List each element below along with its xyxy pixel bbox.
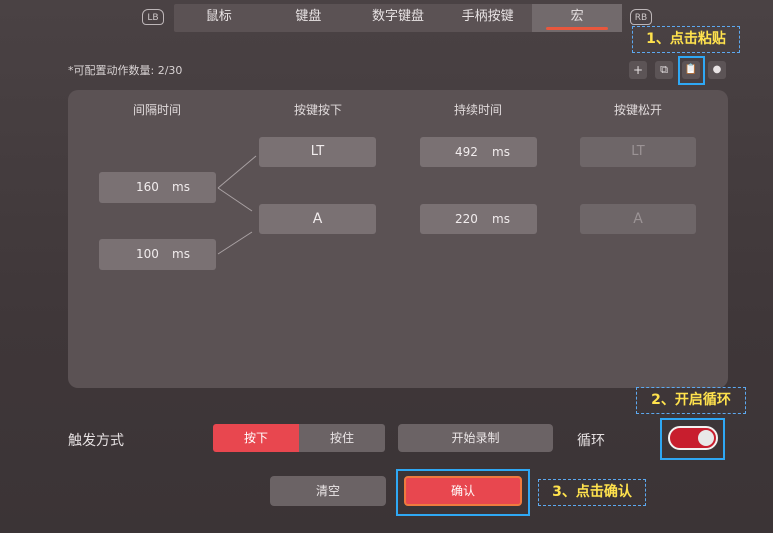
callout-step2: 2、开启循环 [636,387,746,414]
callout-step1: 1、点击粘贴 [632,26,740,53]
action-count-label: *可配置动作数量: 2/30 [68,64,183,77]
duration-value: 492 [455,145,478,159]
duration-unit: ms [492,212,510,226]
column-key-down: 按键按下 [293,103,342,117]
key-down-field-2[interactable]: A [259,204,376,234]
duration-unit: ms [492,145,510,159]
interval-field-1[interactable]: 160 ms [99,172,216,203]
tab-macro[interactable]: 宏 [532,4,622,32]
lb-bumper-icon[interactable]: LB [142,9,164,25]
column-duration: 持续时间 [453,103,502,117]
toggle-knob [698,430,714,446]
record-dot-icon[interactable]: ● [708,61,726,79]
tab-mouse[interactable]: 鼠标 [174,4,264,32]
duration-value: 220 [455,212,478,226]
callout-step3: 3、点击确认 [538,479,646,506]
start-recording-button[interactable]: 开始录制 [398,424,553,452]
tab-keyboard[interactable]: 键盘 [264,4,354,32]
rb-bumper-icon[interactable]: RB [630,9,652,25]
clear-button[interactable]: 清空 [270,476,386,506]
trigger-press-button[interactable]: 按下 [213,424,299,452]
copy-icon[interactable]: ⧉ [655,61,673,79]
trigger-hold-button[interactable]: 按住 [299,424,385,452]
tab-strip: 鼠标 键盘 数字键盘 手柄按键 宏 [174,4,622,32]
tab-gamepad-keys[interactable]: 手柄按键 [443,4,533,32]
duration-field-2[interactable]: 220 ms [420,204,537,234]
interval-unit: ms [172,247,190,261]
column-interval: 间隔时间 [132,103,181,117]
interval-value: 100 [136,247,159,261]
paste-icon[interactable]: 📋 [682,61,700,79]
duration-field-1[interactable]: 492 ms [420,137,537,167]
interval-unit: ms [172,180,190,194]
confirm-button[interactable]: 确认 [404,476,522,506]
column-key-up: 按键松开 [613,103,662,117]
key-down-field-1[interactable]: LT [259,137,376,167]
key-up-field-1[interactable]: LT [580,137,696,167]
tab-numpad[interactable]: 数字键盘 [353,4,443,32]
add-icon[interactable]: + [629,61,647,79]
interval-field-2[interactable]: 100 ms [99,239,216,270]
interval-value: 160 [136,180,159,194]
trigger-mode-toggle: 按下 按住 [213,424,385,452]
loop-label: 循环 [577,433,605,449]
key-up-field-2[interactable]: A [580,204,696,234]
loop-toggle[interactable] [668,426,718,450]
trigger-mode-label: 触发方式 [68,433,124,449]
